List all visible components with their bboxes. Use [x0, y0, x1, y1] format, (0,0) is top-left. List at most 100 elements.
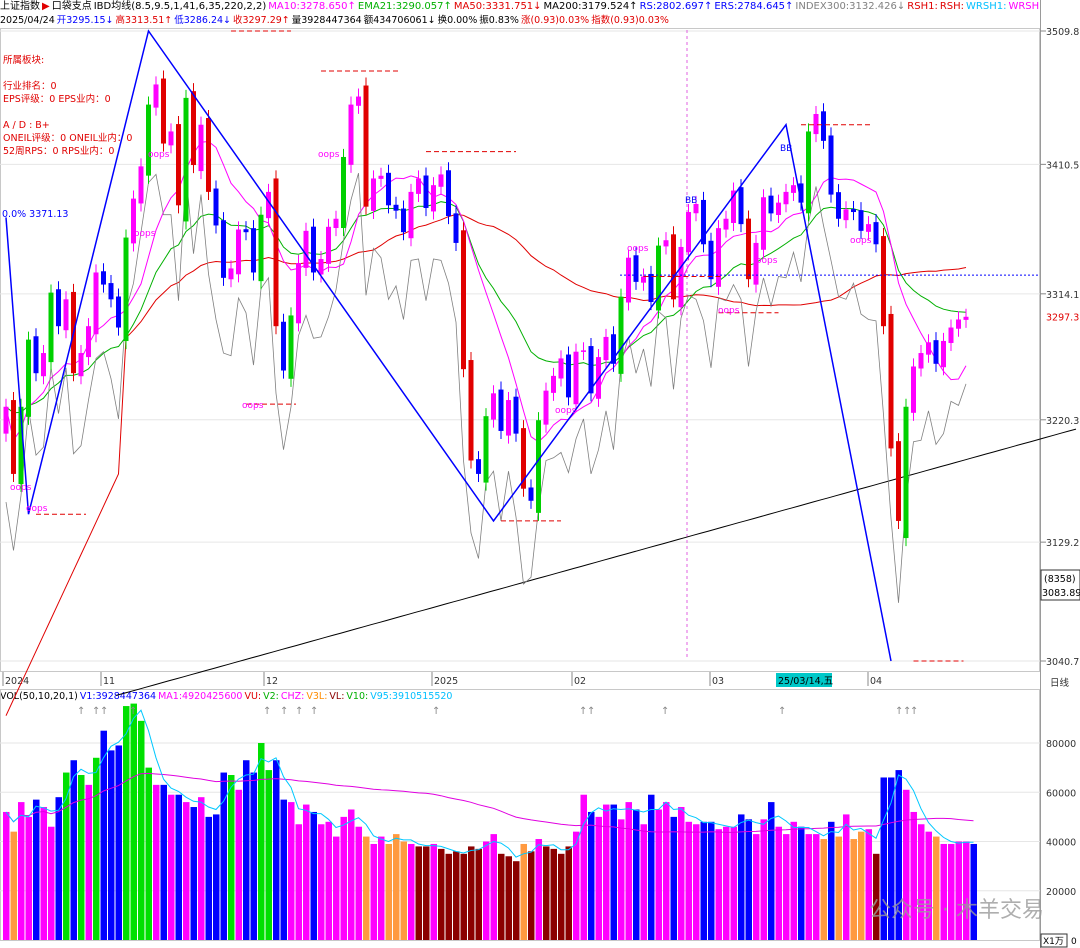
- candle-body: [116, 296, 121, 328]
- zigzag-line: [5, 29, 892, 662]
- volume-bar: [933, 836, 940, 940]
- pocket-pivot-arrow: ↑: [661, 706, 669, 717]
- candle-body: [903, 406, 909, 539]
- volume-bar: [753, 834, 760, 940]
- candle-body: [251, 228, 256, 273]
- volume-bar: [3, 811, 10, 940]
- volume-bar: [333, 836, 340, 940]
- volume-bar: [310, 811, 317, 940]
- candle-body: [926, 342, 931, 355]
- volume-bar: [243, 760, 250, 940]
- candle-body: [296, 263, 301, 324]
- volume-bar: [730, 826, 737, 940]
- period-label: 日线: [1050, 677, 1070, 689]
- volume-bar: [715, 829, 722, 940]
- volume-bar: [828, 821, 835, 940]
- volume-bar: [580, 794, 587, 940]
- candle-body: [258, 214, 264, 282]
- stock-chart[interactable]: 3509.8 3410.5 3314.1 3220.3 3129.2 3040.7 3297…: [0, 0, 1080, 948]
- candle-body: [506, 400, 511, 436]
- x-tick-label: 02: [574, 676, 586, 687]
- x-tick-label: 04: [870, 676, 882, 687]
- x-tick-label: 2024: [5, 676, 29, 687]
- volume-bar: [288, 802, 295, 940]
- candle-body: [851, 209, 856, 213]
- volume-bar: [85, 784, 92, 940]
- x-tick-label: 11: [103, 676, 115, 687]
- volume-bar: [565, 846, 572, 940]
- candle-body: [528, 487, 534, 501]
- volume-bar: [850, 839, 857, 940]
- volume-bar: [460, 853, 467, 940]
- pocket-pivot-arrow: ↑: [129, 706, 137, 717]
- candle-body: [213, 188, 219, 226]
- volume-bar: [160, 784, 167, 940]
- oops-label: oops: [718, 306, 740, 316]
- volume-bar: [648, 794, 655, 940]
- volume-bar: [430, 843, 437, 940]
- range-box-count: (8358): [1044, 574, 1076, 585]
- candle-body: [461, 230, 466, 370]
- volume-bar: [295, 824, 302, 940]
- candle-body: [956, 319, 961, 329]
- volume-bar: [768, 802, 775, 940]
- candle-body: [581, 350, 586, 352]
- volume-bar: [573, 831, 580, 940]
- candle-body: [716, 228, 721, 287]
- volume-bar: [228, 775, 235, 940]
- volume-bar: [190, 807, 197, 940]
- candle-body: [63, 299, 69, 331]
- pocket-pivot-arrow: ↑: [910, 706, 918, 717]
- candle-body: [491, 393, 496, 420]
- candle-body: [431, 185, 436, 212]
- candle-body: [663, 240, 669, 247]
- x-tick-label: 2025: [434, 676, 458, 687]
- volume-bar: [820, 839, 827, 940]
- ma200-line: [115, 428, 1077, 696]
- volume-bar: [40, 807, 47, 940]
- candle-body: [123, 237, 129, 342]
- candle-body: [333, 218, 339, 229]
- candle-body: [686, 212, 691, 253]
- pocket-pivot-arrow: ↑: [432, 706, 440, 717]
- volume-bar: [370, 843, 377, 940]
- candle-body: [221, 220, 226, 278]
- volume-bar: [708, 821, 715, 940]
- candle-body: [941, 340, 946, 368]
- volume-tick-label: 40000: [1046, 838, 1076, 849]
- volume-bar: [303, 804, 310, 940]
- candles: [3, 70, 969, 547]
- candle-body: [888, 313, 894, 449]
- volume-tick-label: 60000: [1046, 788, 1076, 799]
- candle-body: [933, 340, 939, 364]
- candle-body: [408, 191, 414, 239]
- volume-bar: [640, 824, 647, 940]
- volume-bars: [3, 703, 977, 940]
- candle-body: [273, 178, 279, 327]
- volume-bar: [18, 802, 25, 940]
- candle-body: [776, 202, 781, 215]
- volume-bar: [535, 839, 542, 940]
- candle-body: [543, 390, 549, 425]
- volume-bar: [108, 750, 115, 940]
- candle-body: [806, 131, 811, 214]
- volume-bar: [483, 841, 490, 940]
- candle-body: [536, 420, 541, 513]
- volume-bar: [723, 826, 730, 940]
- volume-bar: [273, 760, 280, 940]
- candle-body: [423, 175, 429, 209]
- candle-body: [386, 172, 391, 206]
- volume-bar: [505, 856, 512, 940]
- x-axis-band: [0, 672, 1040, 688]
- candle-body: [738, 187, 744, 225]
- volume-bar: [633, 809, 640, 940]
- candle-body: [618, 296, 624, 374]
- candle-body: [341, 156, 346, 229]
- candle-body: [326, 226, 331, 264]
- candle-body: [176, 124, 181, 206]
- volume-bar: [955, 841, 962, 940]
- volume-bar: [805, 834, 812, 940]
- volume-bar: [813, 834, 820, 940]
- candle-body: [896, 441, 901, 521]
- volume-bar: [400, 841, 407, 940]
